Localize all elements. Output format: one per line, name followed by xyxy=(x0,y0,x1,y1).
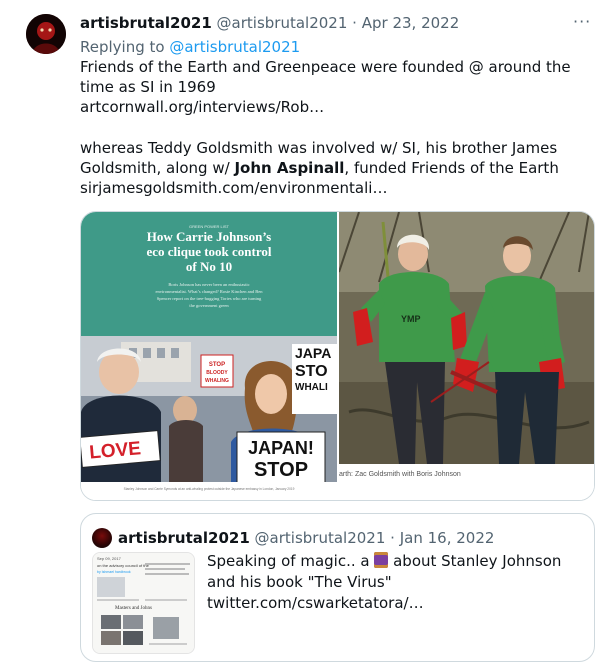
quoted-date[interactable]: Jan 16, 2022 xyxy=(400,529,495,547)
thread-spool-emoji-icon xyxy=(374,552,389,568)
replying-handle-link[interactable]: @artisbrutal2021 xyxy=(169,38,300,56)
tweet-header: artisbrutal2021 @artisbrutal2021 · Apr 2… xyxy=(80,13,459,33)
newspaper-clipping-image: GREEN POWER LIST How Carrie Johnson’s ec… xyxy=(81,212,337,500)
tweet-link-2[interactable]: sirjamesgoldsmith.com/environmentali… xyxy=(80,178,590,198)
tweet-date[interactable]: Apr 23, 2022 xyxy=(362,14,460,32)
quoted-author-handle[interactable]: @artisbrutal2021 xyxy=(255,529,386,547)
para2-post: , funded Friends of the Earth xyxy=(344,159,559,177)
para2-bold: John Aspinall xyxy=(234,159,345,177)
tshirt-text: YMP xyxy=(401,314,421,324)
tweet-link-1[interactable]: artcornwall.org/interviews/Rob… xyxy=(80,97,590,117)
replying-to: Replying to @artisbrutal2021 xyxy=(80,37,300,57)
thumb-top-date: Sep 09, 2017 xyxy=(97,556,122,561)
sign-right-line1: JAPA xyxy=(295,345,331,361)
tweet-text-para1: Friends of the Earth and Greenpeace were… xyxy=(80,58,571,96)
quoted-separator: · xyxy=(390,529,395,547)
more-options-icon[interactable]: ··· xyxy=(573,12,591,31)
sign-whaling-line3: WHALING xyxy=(205,378,229,384)
quoted-tweet-header: artisbrutal2021 @artisbrutal2021 · Jan 1… xyxy=(118,528,494,548)
clipping-headline-2: eco clique took control xyxy=(146,244,271,259)
avatar-figure-icon xyxy=(26,14,66,54)
quoted-text-pre: Speaking of magic.. a xyxy=(207,552,375,570)
thumb-title: Masters and Johns xyxy=(115,606,152,611)
quoted-author-avatar[interactable] xyxy=(92,528,112,548)
sign-japan-line1: JAPAN! xyxy=(248,438,314,458)
author-avatar[interactable] xyxy=(26,14,66,54)
replying-prefix: Replying to xyxy=(80,38,165,56)
sign-whaling-line1: STOP xyxy=(209,362,225,368)
sign-love: LOVE xyxy=(88,438,141,463)
clipping-headline-1: How Carrie Johnson’s xyxy=(147,229,271,244)
header-separator: · xyxy=(352,14,357,32)
thumb-subline-2: by Ishmael hardbrook xyxy=(97,570,131,574)
clipping-standfirst-1: Boris Johnson has never been an enthusia… xyxy=(168,282,249,287)
article-screenshot-image: Sep 09, 2017 on the advisory council of … xyxy=(93,553,194,653)
tweet-article[interactable]: artisbrutal2021 @artisbrutal2021 · Apr 2… xyxy=(0,0,611,671)
sign-right-line2: STO xyxy=(295,363,328,380)
page-scrollbar[interactable] xyxy=(599,0,611,671)
sign-right-line3: WHALI xyxy=(295,382,328,393)
tree-planting-photo: YMP arth: Zac Goldsmith with Boris Johns… xyxy=(338,212,594,500)
thumb-subline: on the advisory council of the xyxy=(97,563,150,568)
tweet-text-para2: whereas Teddy Goldsmith was involved w/ … xyxy=(80,138,590,178)
clipping-headline-3: of No 10 xyxy=(186,259,232,274)
clipping-standfirst-4: the government green xyxy=(189,303,229,308)
clipping-standfirst-2: environmentalist. What’s changed? Rosie … xyxy=(155,289,263,294)
sign-whaling-line2: BLOODY xyxy=(206,370,228,376)
photo-caption: arth: Zac Goldsmith with Boris Johnson xyxy=(339,471,461,478)
clipping-standfirst-3: Spencer report on the tree-hugging Torie… xyxy=(157,296,262,301)
author-handle[interactable]: @artisbrutal2021 xyxy=(217,14,348,32)
sign-japan-line2: STOP xyxy=(254,459,308,481)
quoted-media-thumbnail[interactable]: Sep 09, 2017 on the advisory council of … xyxy=(92,552,195,654)
media-image-newspaper[interactable]: GREEN POWER LIST How Carrie Johnson’s ec… xyxy=(81,212,337,500)
quoted-tweet[interactable]: artisbrutal2021 @artisbrutal2021 · Jan 1… xyxy=(80,513,595,662)
clipping-caption: Stanley Johnson and Carrie Symonds at an… xyxy=(124,487,295,491)
tweet-media: GREEN POWER LIST How Carrie Johnson’s ec… xyxy=(80,211,595,501)
author-name[interactable]: artisbrutal2021 xyxy=(80,14,212,32)
media-image-photo[interactable]: YMP arth: Zac Goldsmith with Boris Johns… xyxy=(338,212,594,500)
quoted-author-name[interactable]: artisbrutal2021 xyxy=(118,529,250,547)
quoted-tweet-text: Speaking of magic.. a about Stanley John… xyxy=(207,551,579,614)
